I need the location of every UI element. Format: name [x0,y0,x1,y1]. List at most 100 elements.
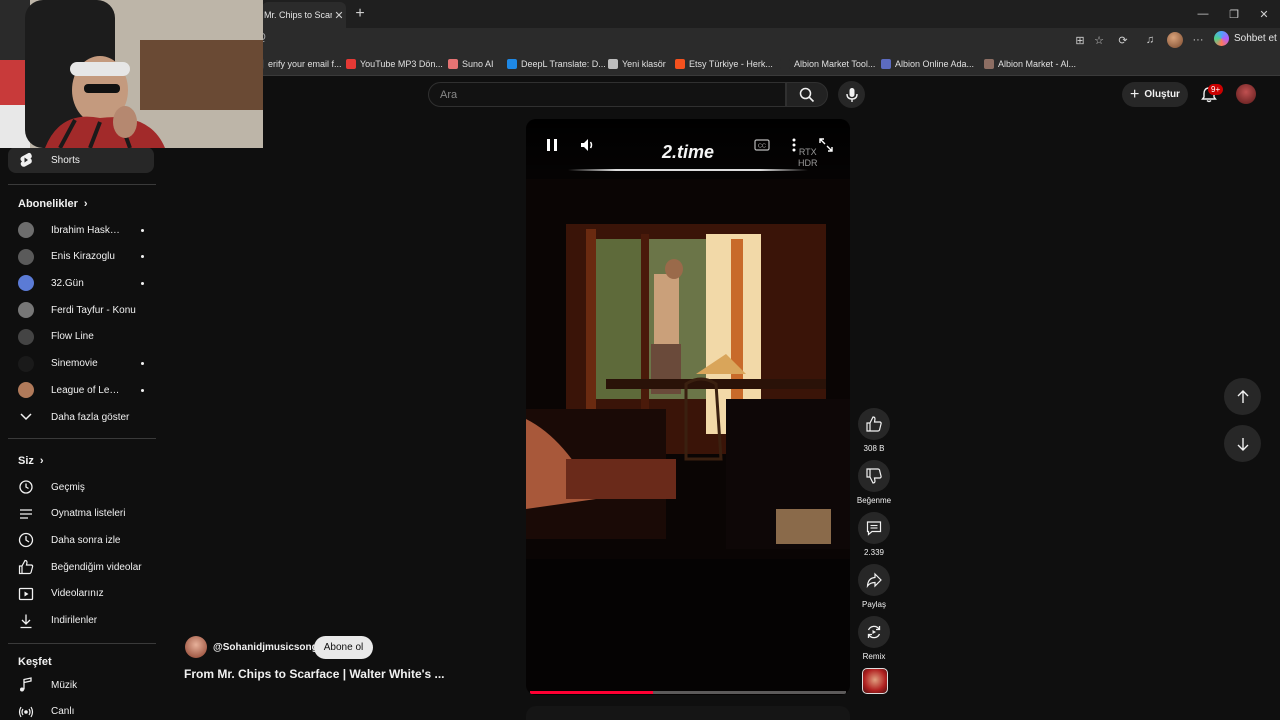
sidebar-item-subscription[interactable]: İbrahim Haskolo... [8,217,154,243]
search-placeholder: Ara [440,88,458,101]
restore-icon[interactable]: ❐ [1223,4,1245,24]
video-progress-fill [530,691,654,694]
sidebar-item-label: Shorts [51,154,80,166]
sidebar-item-subscription[interactable]: League of Legen... [8,377,154,403]
hdr-label: HDR [798,158,818,168]
download-icon [18,613,34,629]
shorts-video-player[interactable]: 2.time CC RTX HDR [526,119,850,695]
close-window-icon[interactable]: ✕ [1253,4,1275,24]
sidebar-item-canlı[interactable]: Canlı [8,699,154,720]
search-input[interactable]: Ara [428,82,786,107]
video-frame [526,179,850,639]
close-tab-icon[interactable]: ✕ [332,9,346,22]
channel-avatar[interactable] [185,636,207,658]
favorite-star-icon[interactable]: ☆ [1090,31,1108,49]
fullscreen-button[interactable] [816,135,836,155]
sidebar-item-videolarınız[interactable]: Videolarınız [8,581,154,607]
thumbs-up-icon [866,416,882,432]
audio-thumbnail[interactable] [862,668,888,694]
sidebar-item-shorts[interactable]: Shorts [8,147,154,173]
extensions-icon[interactable]: ⟳ [1114,31,1132,49]
sidebar-item-daha-sonra-izle[interactable]: Daha sonra izle [8,527,154,553]
voice-search-button[interactable] [838,81,865,108]
like-button[interactable] [858,408,890,440]
tab-title: Mr. Chips to Scarfa [264,10,332,20]
sidebar-item-subscription[interactable]: 32.Gün [8,270,154,296]
you-header-label: Siz [18,455,34,467]
sidebar-item-label: İbrahim Haskolo... [51,224,124,236]
bookmark-item[interactable]: DeepL Translate: D... [507,57,606,71]
bookmark-label: Albion Online Ada... [895,59,975,69]
sidebar-item-label: Ferdi Tayfur - Konu [51,304,136,316]
you-header[interactable]: Siz › [18,455,44,467]
subscriptions-header[interactable]: Abonelikler › [18,198,88,210]
bookmark-item[interactable]: Etsy Türkiye - Herk... [675,57,773,71]
like-count: 308 B [863,444,885,453]
new-tab-button[interactable]: + [350,4,370,24]
sidebar-item-label: Sinemovie [51,358,98,369]
bookmark-item[interactable]: Albion Market Tool... [780,57,875,71]
bookmark-label: Albion Market Tool... [794,59,876,69]
show-more-button[interactable]: Daha fazla göster [8,404,154,430]
bookmark-item[interactable]: Albion Online Ada... [881,57,974,71]
channel-avatar [18,382,34,399]
bookmark-favicon-icon [881,59,891,69]
previous-short-button[interactable] [1224,378,1261,415]
bookmark-item[interactable]: Suno AI [448,57,494,71]
video-icon [18,586,34,602]
profile-avatar[interactable] [1167,32,1183,48]
account-avatar[interactable] [1236,84,1256,104]
more-menu-icon[interactable]: ··· [1189,31,1207,49]
media-icon[interactable]: ♫ [1141,31,1159,49]
playlist-icon [18,506,34,522]
address-bar[interactable]: Q [258,32,1058,48]
rtx-label: RTX [798,147,817,157]
chevron-right-icon: › [39,455,44,467]
browser-tab-active[interactable]: Mr. Chips to Scarfa ✕ [262,2,346,28]
sidebar-item-label: Geçmiş [51,481,85,493]
sidebar-item-müzik[interactable]: Müzik [8,672,154,698]
sidebar-item-i-ndirilenler[interactable]: İndirilenler [8,608,154,634]
bookmark-item[interactable]: YouTube MP3 Dön... [346,57,443,71]
sidebar-item-oynatma-listeleri[interactable]: Oynatma listeleri [8,501,154,527]
copilot-icon [1214,31,1229,46]
search-button[interactable] [786,82,828,107]
dislike-button[interactable] [858,460,890,492]
new-content-dot [141,281,144,285]
video-progress-bar[interactable] [530,691,846,694]
sidebar-item-subscription[interactable]: Flow Line [8,324,154,350]
bookmark-item[interactable]: erify your email f... [254,57,342,71]
chevron-down-icon [18,409,34,425]
sidebar-item-subscription[interactable]: Sinemovie [8,351,154,377]
captions-button[interactable]: CC [752,135,772,155]
sidebar-item-subscription[interactable]: Ferdi Tayfur - Konu [8,297,154,323]
sidebar-divider [8,184,156,185]
copilot-button[interactable]: Sohbet et [1214,31,1277,46]
sidebar-item-beğendiğim-videolar[interactable]: Beğendiğim videolar [8,554,154,580]
comments-button[interactable] [858,512,890,544]
bookmark-item[interactable]: Albion Market - Al... [984,57,1076,71]
comment-count: 2.339 [863,548,885,557]
create-button[interactable]: + Oluştur [1122,82,1188,107]
share-button[interactable] [858,564,890,596]
bookmark-label: Albion Market - Al... [998,59,1077,69]
next-short-button[interactable] [1224,425,1261,462]
apps-icon[interactable]: ⊞ [1071,31,1089,49]
minimize-icon[interactable]: — [1192,4,1214,24]
music-icon [18,677,34,693]
bookmark-item[interactable]: Yeni klasör [608,57,666,71]
remix-label: Remix [862,652,886,661]
short-title[interactable]: From Mr. Chips to Scarface | Walter Whit… [184,667,444,681]
next-short-preview[interactable] [526,706,850,720]
new-content-dot [141,388,144,392]
sidebar-item-subscription[interactable]: Enis Kirazoglu [8,244,154,270]
webcam-image [0,0,263,148]
subscribe-button[interactable]: Abone ol [314,636,373,659]
copilot-label: Sohbet et [1234,33,1277,44]
notification-badge: 9+ [1208,84,1224,95]
channel-name[interactable]: @Sohanidjmusicsongs [213,642,323,653]
expand-icon [819,138,833,152]
remix-button[interactable] [858,616,890,648]
bookmark-favicon-icon [346,59,356,69]
sidebar-item-geçmiş[interactable]: Geçmiş [8,474,154,500]
